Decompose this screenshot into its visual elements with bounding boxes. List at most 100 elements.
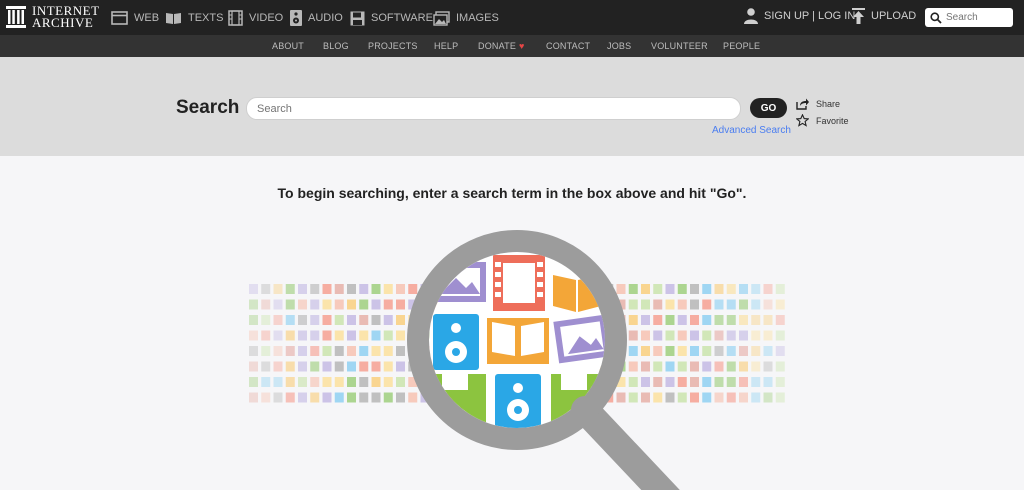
grid-tile	[775, 377, 785, 387]
grid-tile	[261, 315, 271, 325]
grid-tile	[628, 330, 638, 341]
grid-tile	[310, 361, 320, 372]
grid-tile	[261, 361, 271, 372]
grid-tile	[371, 346, 381, 356]
grid-tile	[677, 377, 687, 387]
grid-tile	[334, 330, 344, 341]
grid-tile	[677, 361, 687, 372]
grid-tile	[322, 299, 332, 310]
grid-tile	[628, 392, 638, 403]
grid-tile	[653, 377, 663, 387]
grid-tile	[249, 284, 258, 294]
film-icon	[493, 255, 545, 311]
grid-tile	[396, 330, 405, 341]
grid-tile	[641, 346, 650, 356]
grid-tile	[383, 299, 393, 310]
grid-tile	[347, 330, 356, 341]
grid-tile	[665, 330, 675, 341]
grid-tile	[653, 315, 663, 325]
grid-tile	[653, 392, 663, 403]
grid-tile	[702, 346, 712, 356]
grid-tile	[751, 392, 761, 403]
grid-tile	[714, 392, 724, 403]
grid-tile	[775, 315, 785, 325]
grid-tile	[371, 377, 381, 387]
grid-tile	[273, 284, 283, 294]
grid-tile	[616, 392, 626, 403]
grid-tile	[714, 346, 724, 356]
grid-tile	[751, 299, 761, 310]
grid-tile	[322, 377, 332, 387]
grid-tile	[261, 346, 271, 356]
grid-tile	[285, 361, 295, 372]
grid-tile	[641, 315, 650, 325]
grid-tile	[763, 330, 773, 341]
grid-tile	[641, 299, 650, 310]
grid-tile	[383, 361, 393, 372]
grid-tile	[690, 377, 699, 387]
grid-tile	[371, 392, 381, 403]
speaker-icon	[433, 314, 479, 370]
grid-tile	[334, 392, 344, 403]
grid-tile	[383, 392, 393, 403]
grid-tile	[690, 299, 699, 310]
grid-tile	[396, 315, 405, 325]
grid-tile	[334, 315, 344, 325]
grid-tile	[310, 284, 320, 294]
grid-tile	[763, 315, 773, 325]
grid-tile	[763, 392, 773, 403]
grid-tile	[775, 284, 785, 294]
grid-tile	[347, 361, 356, 372]
grid-tile	[310, 346, 320, 356]
grid-tile	[285, 392, 295, 403]
grid-tile	[714, 361, 724, 372]
grid-tile	[298, 330, 307, 341]
grid-tile	[359, 346, 369, 356]
grid-tile	[334, 377, 344, 387]
grid-tile	[310, 330, 320, 341]
search-illustration	[249, 230, 785, 490]
grid-tile	[396, 361, 405, 372]
grid-tile	[726, 284, 736, 294]
grid-tile	[726, 392, 736, 403]
grid-tile	[653, 346, 663, 356]
grid-tile	[751, 346, 761, 356]
grid-tile	[677, 299, 687, 310]
grid-tile	[739, 346, 748, 356]
grid-tile	[298, 361, 307, 372]
speaker-icon	[495, 374, 541, 428]
grid-tile	[775, 392, 785, 403]
grid-tile	[628, 315, 638, 325]
grid-tile	[396, 284, 405, 294]
grid-tile	[763, 346, 773, 356]
grid-tile	[726, 330, 736, 341]
grid-tile	[739, 315, 748, 325]
grid-tile	[775, 299, 785, 310]
grid-tile	[653, 299, 663, 310]
grid-tile	[739, 361, 748, 372]
grid-tile	[359, 392, 369, 403]
grid-tile	[616, 284, 626, 294]
grid-tile	[690, 330, 699, 341]
grid-tile	[347, 346, 356, 356]
grid-tile	[249, 361, 258, 372]
grid-tile	[739, 392, 748, 403]
grid-tile	[714, 299, 724, 310]
grid-tile	[322, 346, 332, 356]
grid-tile	[739, 299, 748, 310]
grid-tile	[653, 361, 663, 372]
grid-tile	[371, 361, 381, 372]
grid-tile	[285, 346, 295, 356]
grid-tile	[641, 361, 650, 372]
grid-tile	[285, 377, 295, 387]
grid-tile	[628, 361, 638, 372]
grid-tile	[261, 377, 271, 387]
grid-tile	[371, 315, 381, 325]
grid-tile	[628, 346, 638, 356]
grid-tile	[249, 346, 258, 356]
grid-tile	[273, 392, 283, 403]
grid-tile	[261, 299, 271, 310]
grid-tile	[383, 377, 393, 387]
grid-tile	[677, 284, 687, 294]
grid-tile	[641, 377, 650, 387]
